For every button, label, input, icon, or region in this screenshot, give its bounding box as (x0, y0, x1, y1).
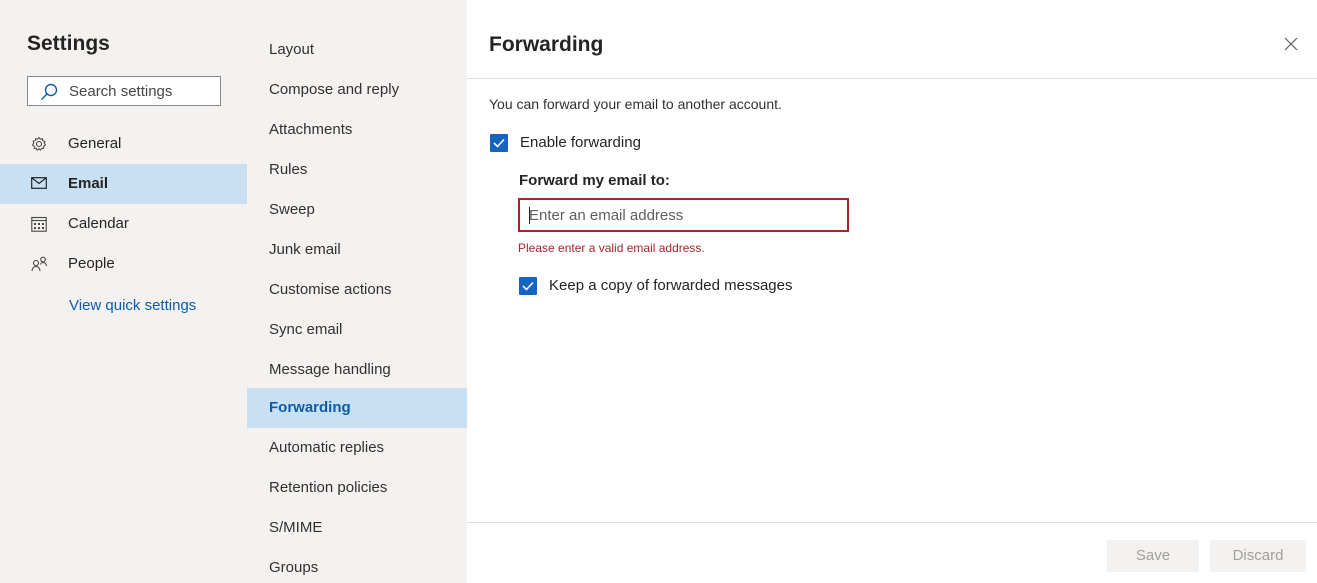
keep-copy-label: Keep a copy of forwarded messages (549, 277, 793, 294)
category-label: Junk email (269, 241, 341, 258)
text-caret (529, 207, 530, 224)
calendar-icon (31, 216, 47, 232)
category-label: Retention policies (269, 479, 388, 496)
close-icon[interactable] (1284, 37, 1298, 51)
email-input[interactable] (529, 205, 829, 225)
panel-title: Forwarding (489, 33, 604, 56)
mail-icon (31, 177, 47, 189)
sidebar-item-calendar[interactable]: Calendar (0, 204, 247, 244)
sidebar-item-email[interactable]: Email (0, 164, 247, 204)
save-button[interactable]: Save (1107, 540, 1199, 572)
gear-icon (31, 136, 47, 152)
category-rules[interactable]: Rules (247, 150, 467, 190)
category-label: Attachments (269, 121, 353, 138)
category-label: Rules (269, 161, 308, 178)
sidebar-item-label: General (68, 135, 122, 152)
category-sync-email[interactable]: Sync email (247, 310, 467, 350)
category-attachments[interactable]: Attachments (247, 110, 467, 150)
category-smime[interactable]: S/MIME (247, 508, 467, 548)
category-compose-and-reply[interactable]: Compose and reply (247, 70, 467, 110)
category-label: Forwarding (269, 399, 351, 416)
email-error-message: Please enter a valid email address. (518, 241, 705, 255)
category-customise-actions[interactable]: Customise actions (247, 270, 467, 310)
category-retention-policies[interactable]: Retention policies (247, 468, 467, 508)
checkmark-icon (522, 281, 534, 291)
header-divider (467, 78, 1317, 79)
category-label: Message handling (269, 361, 391, 378)
category-forwarding[interactable]: Forwarding (247, 388, 467, 428)
search-input[interactable]: Search settings (27, 76, 221, 106)
settings-sidebar: Settings Search settings General Email C… (0, 0, 247, 583)
forwarding-panel: Forwarding You can forward your email to… (467, 0, 1317, 583)
category-junk-email[interactable]: Junk email (247, 230, 467, 270)
forward-email-field[interactable] (518, 198, 849, 232)
people-icon (31, 256, 48, 272)
view-quick-settings-link[interactable]: View quick settings (69, 297, 196, 314)
category-message-handling[interactable]: Message handling (247, 350, 467, 390)
category-label: Groups (269, 559, 319, 575)
sidebar-item-general[interactable]: General (0, 124, 247, 164)
keep-copy-checkbox[interactable] (519, 277, 537, 295)
sidebar-item-label: Calendar (68, 215, 129, 232)
settings-title: Settings (27, 32, 110, 55)
category-label: Layout (269, 41, 315, 58)
category-sweep[interactable]: Sweep (247, 190, 467, 230)
category-label: Sweep (269, 201, 315, 218)
category-label: Compose and reply (269, 81, 400, 98)
forwarding-description: You can forward your email to another ac… (489, 96, 782, 112)
category-label: S/MIME (269, 519, 323, 536)
forward-to-label: Forward my email to: (519, 172, 670, 189)
category-automatic-replies[interactable]: Automatic replies (247, 428, 467, 468)
sidebar-item-label: People (68, 255, 115, 272)
category-label: Customise actions (269, 281, 392, 298)
category-groups[interactable]: Groups (247, 559, 467, 575)
category-label: Sync email (269, 321, 343, 338)
checkmark-icon (493, 138, 505, 148)
search-placeholder: Search settings (69, 83, 173, 100)
footer-divider (467, 522, 1317, 523)
sidebar-item-label: Email (68, 175, 109, 192)
category-layout[interactable]: Layout (247, 30, 467, 70)
search-icon (41, 83, 58, 100)
category-list: Layout Compose and reply Attachments Rul… (247, 0, 467, 583)
enable-forwarding-label: Enable forwarding (520, 134, 641, 151)
discard-button[interactable]: Discard (1210, 540, 1306, 572)
category-label: Automatic replies (269, 439, 385, 456)
enable-forwarding-checkbox[interactable] (490, 134, 508, 152)
sidebar-item-people[interactable]: People (0, 244, 247, 284)
